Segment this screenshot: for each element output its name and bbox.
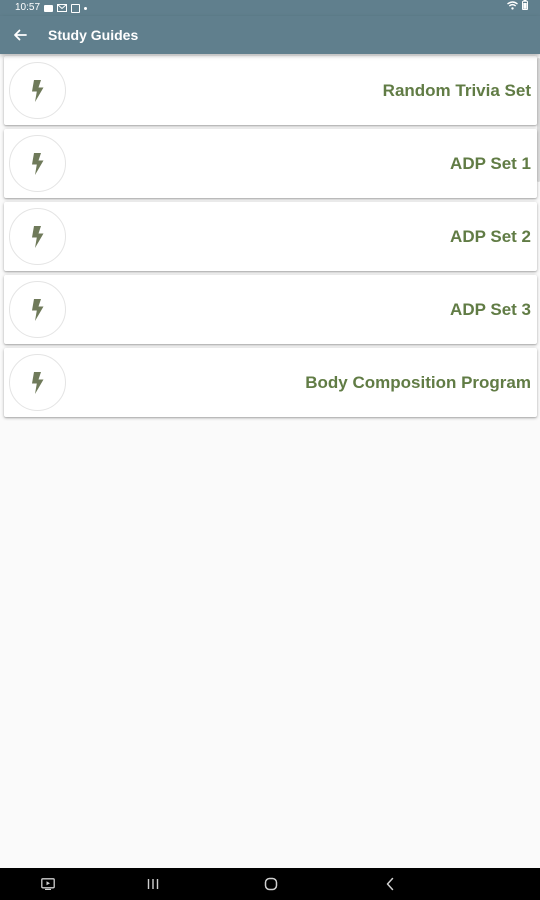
arrow-left-icon bbox=[13, 29, 27, 41]
lightning-bolt-icon bbox=[9, 135, 66, 192]
lightning-bolt-icon bbox=[9, 281, 66, 338]
list-item-label: Random Trivia Set bbox=[382, 81, 531, 100]
lightning-bolt-icon bbox=[9, 208, 66, 265]
lightning-bolt-icon bbox=[9, 354, 66, 411]
photo-notification-icon bbox=[44, 5, 54, 12]
list-item[interactable]: ADP Set 1 bbox=[4, 129, 537, 198]
study-guide-list: Random Trivia Set ADP Set 1 ADP Set 2 AD… bbox=[4, 56, 537, 421]
home-button[interactable] bbox=[251, 868, 291, 900]
dot-icon bbox=[84, 6, 88, 10]
nav-back-button[interactable] bbox=[370, 868, 410, 900]
list-item-label: Body Composition Program bbox=[305, 373, 531, 392]
recent-apps-icon bbox=[146, 878, 160, 890]
home-icon bbox=[264, 877, 278, 891]
list-item[interactable]: Body Composition Program bbox=[4, 348, 537, 417]
status-left: 10:57 bbox=[15, 0, 88, 16]
lightning-bolt-icon bbox=[9, 62, 66, 119]
app-notification-icon bbox=[71, 4, 81, 13]
status-bar: 10:57 bbox=[0, 0, 540, 16]
wifi-icon bbox=[507, 0, 518, 10]
status-right bbox=[507, 0, 528, 10]
recent-apps-button[interactable] bbox=[133, 868, 173, 900]
app-bar: Study Guides bbox=[0, 16, 540, 54]
list-item[interactable]: ADP Set 2 bbox=[4, 202, 537, 271]
list-item-label: ADP Set 1 bbox=[450, 154, 531, 173]
list-item-label: ADP Set 2 bbox=[450, 227, 531, 246]
back-button[interactable] bbox=[8, 23, 32, 47]
system-nav-bar bbox=[0, 868, 540, 900]
battery-icon bbox=[522, 0, 528, 10]
list-item-label: ADP Set 3 bbox=[450, 300, 531, 319]
page-title: Study Guides bbox=[48, 27, 139, 43]
screenshot-button[interactable] bbox=[28, 868, 68, 900]
back-icon bbox=[385, 877, 395, 891]
list-item[interactable]: ADP Set 3 bbox=[4, 275, 537, 344]
status-time: 10:57 bbox=[15, 2, 41, 13]
screen: 10:57 Study Guides Random Trivia Set ADP… bbox=[0, 0, 540, 900]
screenshot-icon bbox=[41, 878, 55, 890]
mail-notification-icon bbox=[57, 4, 68, 12]
list-item[interactable]: Random Trivia Set bbox=[4, 56, 537, 125]
